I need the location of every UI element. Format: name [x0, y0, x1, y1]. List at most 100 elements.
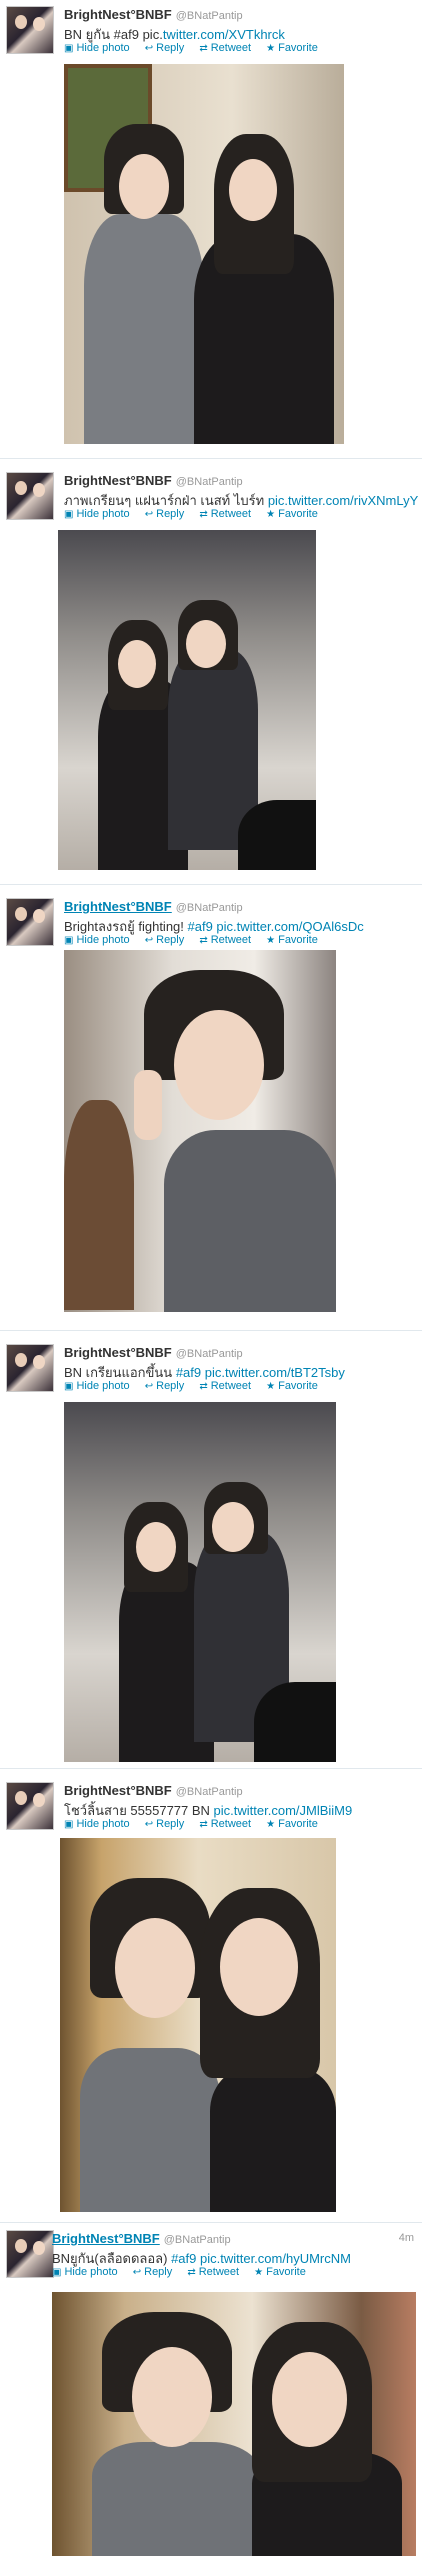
hide-photo-button[interactable]: ▣ Hide photo	[64, 1818, 130, 1830]
favorite-label: Favorite	[266, 2266, 306, 2278]
tweet-link[interactable]: pic.twitter.com/JMlBiiM9	[214, 1803, 353, 1818]
username[interactable]: @BNatPantip	[176, 1348, 243, 1360]
photo-icon: ▣	[64, 1381, 74, 1392]
star-icon: ★	[266, 43, 276, 54]
photo-icon: ▣	[64, 935, 74, 946]
tweet-actions: ▣ Hide photo ↩ Reply ⇄ Retweet ★ Favorite	[64, 508, 330, 520]
tweet-header: BrightNest°BNBF @BNatPantip	[64, 473, 243, 488]
display-name[interactable]: BrightNest°BNBF	[64, 899, 172, 914]
retweet-icon: ⇄	[199, 1819, 208, 1830]
avatar[interactable]	[6, 1782, 54, 1830]
hide-photo-button[interactable]: ▣ Hide photo	[52, 2266, 118, 2278]
favorite-label: Favorite	[278, 1818, 318, 1830]
tweet-photo[interactable]	[58, 530, 316, 870]
photo-icon: ▣	[64, 43, 74, 54]
avatar[interactable]	[6, 472, 54, 520]
star-icon: ★	[266, 1381, 276, 1392]
username[interactable]: @BNatPantip	[176, 902, 243, 914]
tweet-actions: ▣ Hide photo ↩ Reply ⇄ Retweet ★ Favorite	[52, 2266, 318, 2278]
reply-label: Reply	[156, 1818, 185, 1830]
hide-photo-label: Hide photo	[76, 42, 130, 54]
retweet-icon: ⇄	[199, 43, 208, 54]
reply-button[interactable]: ↩ Reply	[145, 508, 185, 520]
hide-photo-button[interactable]: ▣ Hide photo	[64, 508, 130, 520]
tweet-link[interactable]: #af9 pic.twitter.com/tBT2Tsby	[176, 1365, 345, 1380]
retweet-button[interactable]: ⇄ Retweet	[199, 508, 251, 520]
tweet-6: BrightNest°BNBF @BNatPantip 4m BNยูกัน(ลล…	[0, 2224, 422, 2556]
display-name[interactable]: BrightNest°BNBF	[64, 473, 172, 488]
avatar[interactable]	[6, 898, 54, 946]
retweet-button[interactable]: ⇄ Retweet	[187, 2266, 239, 2278]
favorite-button[interactable]: ★ Favorite	[266, 934, 318, 946]
favorite-label: Favorite	[278, 934, 318, 946]
tweet-header: BrightNest°BNBF @BNatPantip	[52, 2231, 231, 2246]
tweet-photo[interactable]	[64, 64, 344, 444]
tweet-photo[interactable]	[64, 1402, 336, 1762]
hide-photo-label: Hide photo	[76, 1380, 130, 1392]
divider	[0, 884, 422, 885]
favorite-button[interactable]: ★ Favorite	[266, 508, 318, 520]
tweet-header: BrightNest°BNBF @BNatPantip	[64, 899, 243, 914]
tweet-link[interactable]: twitter.com/XVTkhrck	[163, 27, 285, 42]
favorite-button[interactable]: ★ Favorite	[266, 42, 318, 54]
username[interactable]: @BNatPantip	[164, 2234, 231, 2246]
retweet-label: Retweet	[210, 1380, 252, 1392]
tweet-3: BrightNest°BNBF @BNatPantip Brightลงรถยู้…	[0, 892, 422, 1312]
hide-photo-button[interactable]: ▣ Hide photo	[64, 934, 130, 946]
retweet-label: Retweet	[210, 1818, 252, 1830]
reply-button[interactable]: ↩ Reply	[145, 934, 185, 946]
username[interactable]: @BNatPantip	[176, 10, 243, 22]
retweet-label: Retweet	[210, 934, 252, 946]
tweet-link[interactable]: #af9 pic.twitter.com/hyUMrcNM	[171, 2251, 351, 2266]
username[interactable]: @BNatPantip	[176, 1786, 243, 1798]
hide-photo-button[interactable]: ▣ Hide photo	[64, 42, 130, 54]
photo-icon: ▣	[64, 1819, 74, 1830]
avatar[interactable]	[6, 6, 54, 54]
tweet-header: BrightNest°BNBF @BNatPantip	[64, 1783, 243, 1798]
favorite-button[interactable]: ★ Favorite	[266, 1818, 318, 1830]
star-icon: ★	[254, 2267, 264, 2278]
avatar[interactable]	[6, 1344, 54, 1392]
retweet-button[interactable]: ⇄ Retweet	[199, 934, 251, 946]
reply-button[interactable]: ↩ Reply	[133, 2266, 173, 2278]
tweet-link[interactable]: pic.twitter.com/rivXNmLyY	[268, 493, 419, 508]
photo-icon: ▣	[52, 2267, 62, 2278]
reply-icon: ↩	[144, 935, 154, 946]
display-name[interactable]: BrightNest°BNBF	[64, 1345, 172, 1360]
retweet-icon: ⇄	[199, 935, 208, 946]
retweet-button[interactable]: ⇄ Retweet	[199, 42, 251, 54]
favorite-button[interactable]: ★ Favorite	[254, 2266, 306, 2278]
photo-icon: ▣	[64, 509, 74, 520]
reply-icon: ↩	[132, 2267, 142, 2278]
tweet-link[interactable]: #af9 pic.twitter.com/QOAl6sDc	[188, 919, 364, 934]
display-name[interactable]: BrightNest°BNBF	[64, 7, 172, 22]
username[interactable]: @BNatPantip	[176, 476, 243, 488]
star-icon: ★	[266, 935, 276, 946]
hide-photo-label: Hide photo	[64, 2266, 118, 2278]
reply-icon: ↩	[144, 1381, 154, 1392]
tweet-photo[interactable]	[64, 950, 336, 1312]
retweet-label: Retweet	[210, 508, 252, 520]
hide-photo-label: Hide photo	[76, 934, 130, 946]
tweet-body: BN เกรียนแอกขึ้นน	[64, 1365, 176, 1380]
favorite-label: Favorite	[278, 1380, 318, 1392]
divider	[0, 1768, 422, 1769]
tweet-body: โชว์ลิ้นสาย 55557777 BN	[64, 1803, 214, 1818]
avatar[interactable]	[6, 2230, 54, 2278]
display-name[interactable]: BrightNest°BNBF	[52, 2231, 160, 2246]
tweet-photo[interactable]	[60, 1838, 336, 2212]
divider	[0, 2222, 422, 2223]
retweet-button[interactable]: ⇄ Retweet	[199, 1380, 251, 1392]
display-name[interactable]: BrightNest°BNBF	[64, 1783, 172, 1798]
hide-photo-button[interactable]: ▣ Hide photo	[64, 1380, 130, 1392]
reply-button[interactable]: ↩ Reply	[145, 1818, 185, 1830]
timestamp[interactable]: 4m	[399, 2232, 414, 2244]
retweet-button[interactable]: ⇄ Retweet	[199, 1818, 251, 1830]
reply-button[interactable]: ↩ Reply	[145, 1380, 185, 1392]
tweet-header: BrightNest°BNBF @BNatPantip	[64, 7, 243, 22]
reply-button[interactable]: ↩ Reply	[145, 42, 185, 54]
tweet-photo[interactable]	[52, 2292, 416, 2556]
favorite-button[interactable]: ★ Favorite	[266, 1380, 318, 1392]
divider	[0, 1330, 422, 1331]
tweet-actions: ▣ Hide photo ↩ Reply ⇄ Retweet ★ Favorite	[64, 934, 330, 946]
